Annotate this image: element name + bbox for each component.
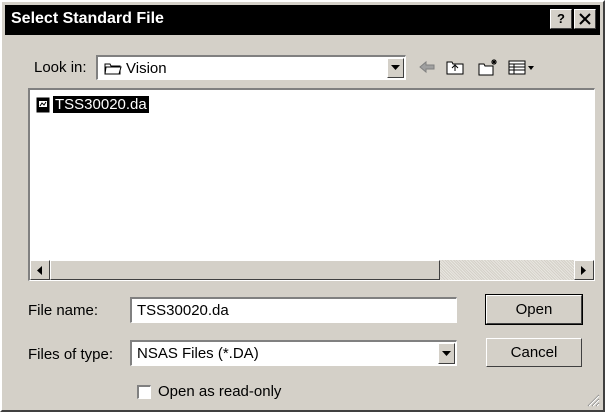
open-button[interactable]: Open (485, 294, 583, 325)
folder-icon (104, 63, 122, 75)
horizontal-scrollbar[interactable] (30, 260, 594, 280)
look-in-dropdown-button[interactable] (387, 58, 404, 78)
close-button[interactable] (574, 9, 596, 29)
title-buttons: ? (550, 9, 596, 29)
up-folder-icon[interactable] (445, 58, 465, 76)
back-arrow-icon[interactable] (418, 58, 436, 76)
chevron-down-icon (442, 350, 451, 356)
file-name-input[interactable]: TSS30020.da (130, 297, 457, 323)
arrow-right-icon (581, 265, 586, 275)
help-button[interactable]: ? (550, 9, 572, 29)
file-name-label: File name: (28, 302, 99, 319)
file-item-name: TSS30020.da (53, 96, 149, 113)
title-bar[interactable]: Select Standard File ? (5, 5, 600, 35)
files-of-type-label: Files of type: (28, 346, 114, 363)
file-name-value: TSS30020.da (137, 302, 229, 319)
read-only-label[interactable]: Open as read-only (158, 383, 281, 400)
cancel-button[interactable]: Cancel (486, 338, 582, 367)
files-of-type-value: NSAS Files (*.DA) (137, 345, 259, 362)
file-item[interactable]: TSS30020.da (36, 96, 149, 113)
close-icon (579, 13, 591, 25)
dialog-title: Select Standard File (11, 10, 164, 27)
look-in-select[interactable]: Vision (96, 55, 406, 80)
scrollbar-thumb[interactable] (50, 260, 440, 280)
view-menu-icon[interactable] (508, 58, 536, 76)
scroll-right-button[interactable] (574, 260, 594, 280)
file-list[interactable]: TSS30020.da (28, 88, 595, 281)
files-of-type-select[interactable]: NSAS Files (*.DA) (130, 340, 457, 366)
scroll-left-button[interactable] (30, 260, 50, 280)
chevron-down-icon (391, 65, 400, 70)
new-folder-icon[interactable] (477, 58, 499, 76)
arrow-left-icon (37, 265, 42, 275)
select-file-dialog: Select Standard File ? Look in: Vision T… (0, 0, 605, 412)
read-only-checkbox[interactable] (137, 385, 151, 399)
file-icon (36, 97, 50, 112)
look-in-value: Vision (126, 60, 167, 77)
files-of-type-dropdown-button[interactable] (438, 343, 455, 364)
look-in-label: Look in: (34, 59, 87, 76)
resize-grip-icon[interactable] (586, 393, 600, 407)
